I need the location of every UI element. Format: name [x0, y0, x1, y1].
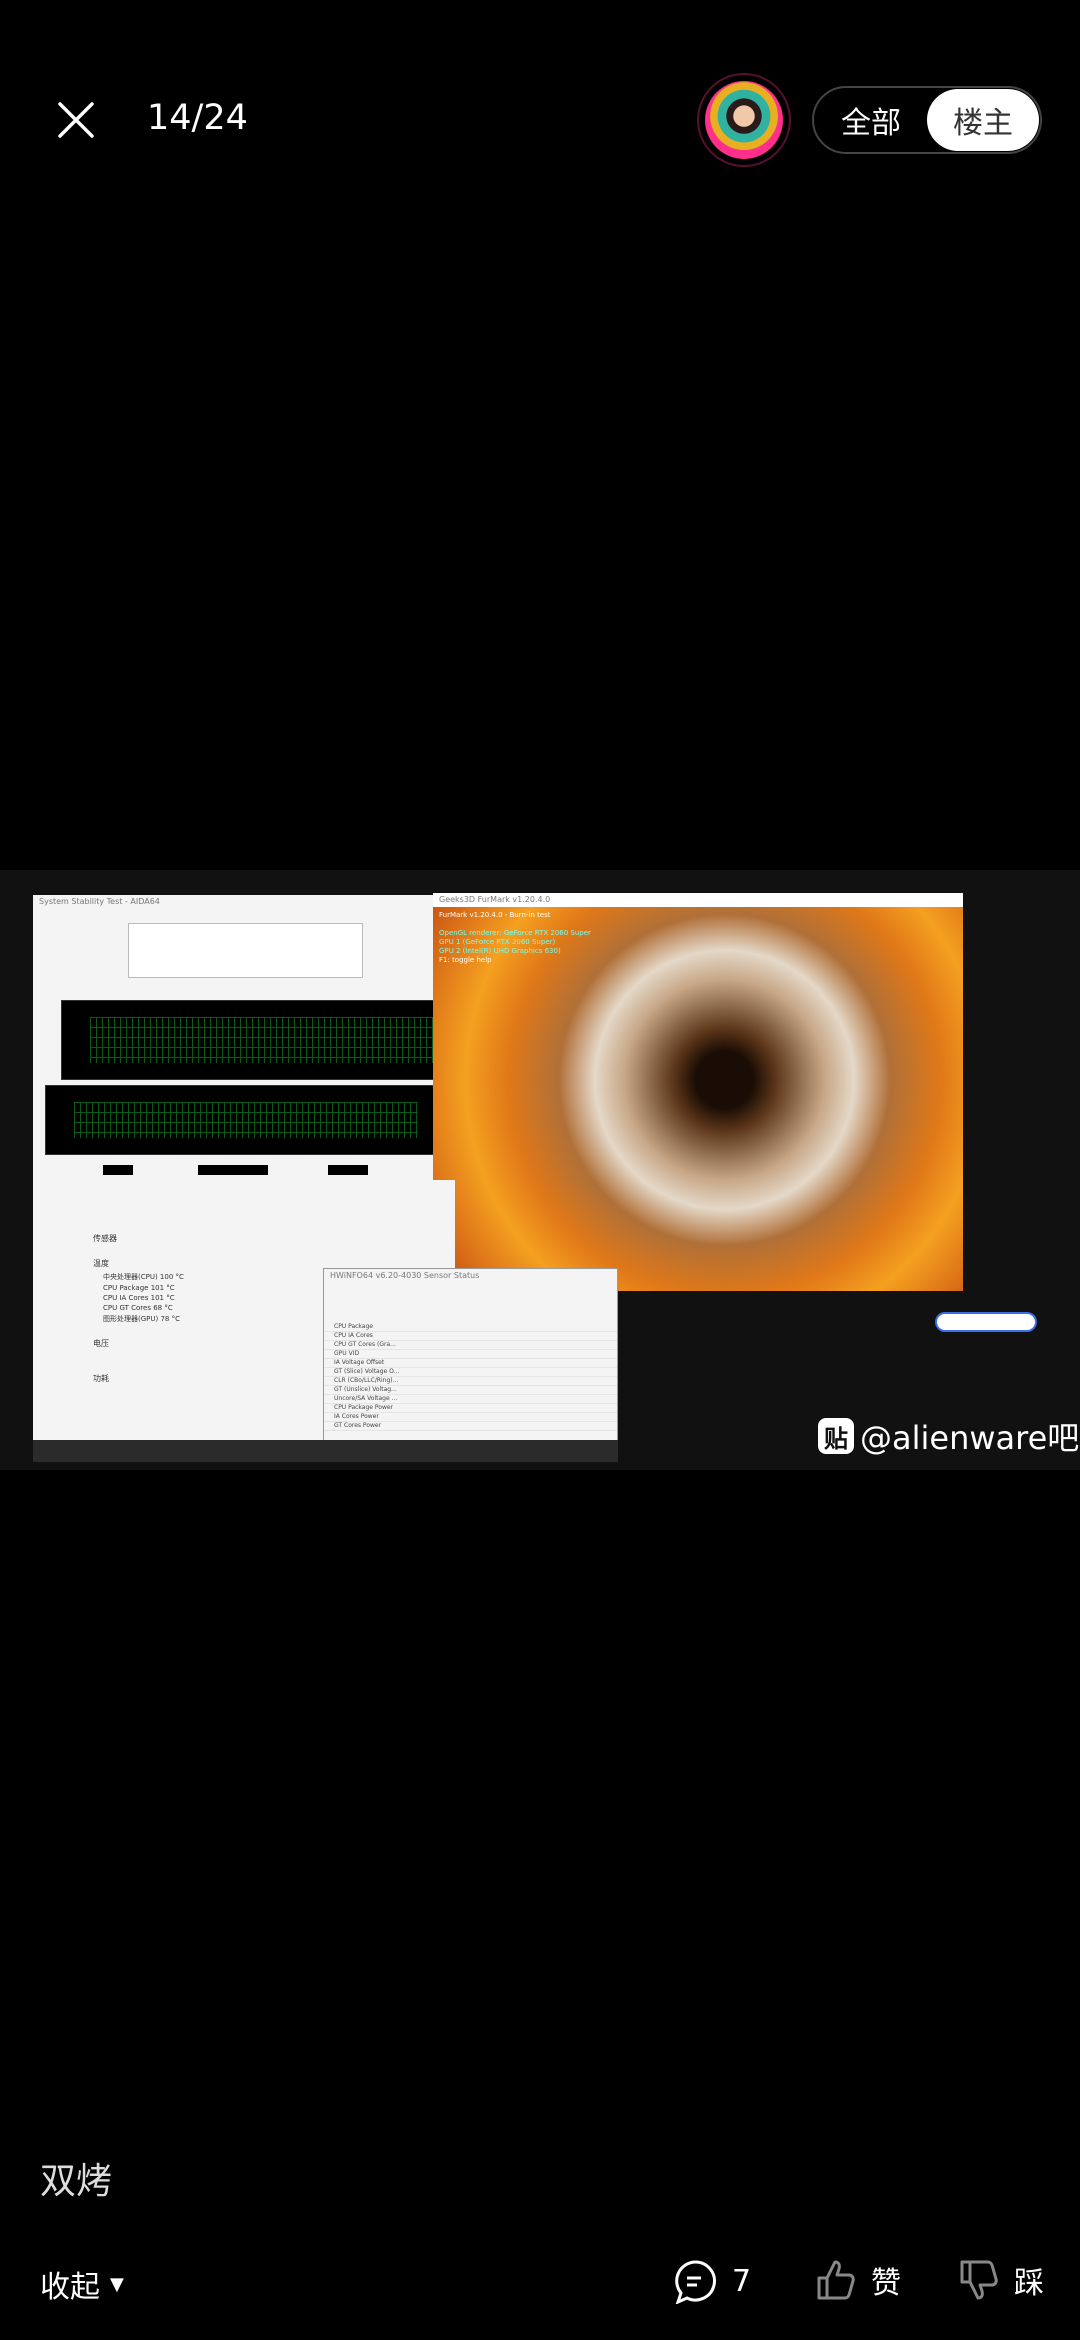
- furmark-line: GPU 2 (Intel(R) UHD Graphics 630): [439, 947, 561, 955]
- like-label: 赞: [871, 2266, 901, 2301]
- collapse-label: 收起: [40, 2270, 100, 2305]
- tieba-badge-icon: 贴: [818, 1418, 854, 1454]
- watermark-text: @alienware吧: [860, 1419, 1080, 1457]
- tab-all[interactable]: 全部: [814, 88, 928, 152]
- sensor-row: IA Voltage Offset: [324, 1359, 617, 1368]
- avatar[interactable]: [697, 73, 791, 167]
- sensor-row: IA Cores Power: [324, 1413, 617, 1422]
- comment-count: 7: [732, 2263, 752, 2299]
- tab-owner[interactable]: 楼主: [927, 89, 1039, 151]
- watermark: 贴 @alienware吧: [818, 1413, 1079, 1459]
- sensor-row: GT (Slice) Voltage O...: [324, 1368, 617, 1377]
- furmark-line: FurMark v1.20.4.0 - Burn-in test: [439, 911, 551, 919]
- sensor-row: GPU VID: [324, 1350, 617, 1359]
- furmark-window: Geeks3D FurMark v1.20.4.0 FurMark v1.20.…: [433, 893, 963, 1291]
- collapse-button[interactable]: 收起 ▼: [40, 2262, 124, 2306]
- hwinfo-window: HWiNFO64 v6.20-4030 Sensor Status CPU Pa…: [323, 1268, 618, 1448]
- aida64-title: System Stability Test - AIDA64: [39, 897, 160, 906]
- like-button[interactable]: 赞: [815, 2258, 901, 2302]
- taskbar: [33, 1440, 618, 1462]
- sensor-row: Uncore/SA Voltage ...: [324, 1395, 617, 1404]
- sensor-row: GT Cores Power: [324, 1422, 617, 1431]
- furmark-line: F1: toggle help: [439, 956, 492, 964]
- furmark-line: GPU 1 (GeForce RTX 2060 Super): [439, 938, 556, 946]
- furmark-title: Geeks3D FurMark v1.20.4.0: [433, 893, 963, 907]
- aida64-window: System Stability Test - AIDA64: [33, 895, 433, 1185]
- sensor-row: CPU GT Cores (Gra...: [324, 1341, 617, 1350]
- comment-icon: [675, 2260, 716, 2304]
- thumbs-down-icon: [960, 2260, 998, 2300]
- dislike-label: 踩: [1014, 2266, 1044, 2301]
- sensor-row: GT (Unslice) Voltag...: [324, 1386, 617, 1395]
- close-icon[interactable]: [52, 96, 100, 144]
- cpu-usage-graph: [45, 1085, 433, 1155]
- sensor-row: CPU IA Cores: [324, 1332, 617, 1341]
- hwinfo-title: HWiNFO64 v6.20-4030 Sensor Status: [330, 1271, 480, 1280]
- sensor-row: CLR (CBo/LLC/Ring)...: [324, 1377, 617, 1386]
- temperature-graph: [61, 1000, 433, 1080]
- sensor-row: CPU Package Power: [324, 1404, 617, 1413]
- caret-down-icon: ▼: [110, 2273, 124, 2295]
- furmark-line: OpenGL renderer: GeForce RTX 2060 Super: [439, 929, 591, 937]
- filter-toggle[interactable]: 全部 楼主: [812, 86, 1042, 154]
- post-caption: 双烤: [40, 2161, 113, 2202]
- dislike-button[interactable]: 踩: [958, 2258, 1044, 2302]
- post-image[interactable]: System Stability Test - AIDA64 Geeks3D F…: [0, 870, 1080, 1470]
- info-item: 传感器: [93, 1234, 117, 1243]
- image-counter: 14/24: [147, 98, 248, 138]
- comment-button[interactable]: 7: [672, 2258, 751, 2304]
- system-tray: [935, 1312, 1037, 1332]
- sensor-row: CPU Package: [324, 1323, 617, 1332]
- thumbs-up-icon: [817, 2260, 855, 2300]
